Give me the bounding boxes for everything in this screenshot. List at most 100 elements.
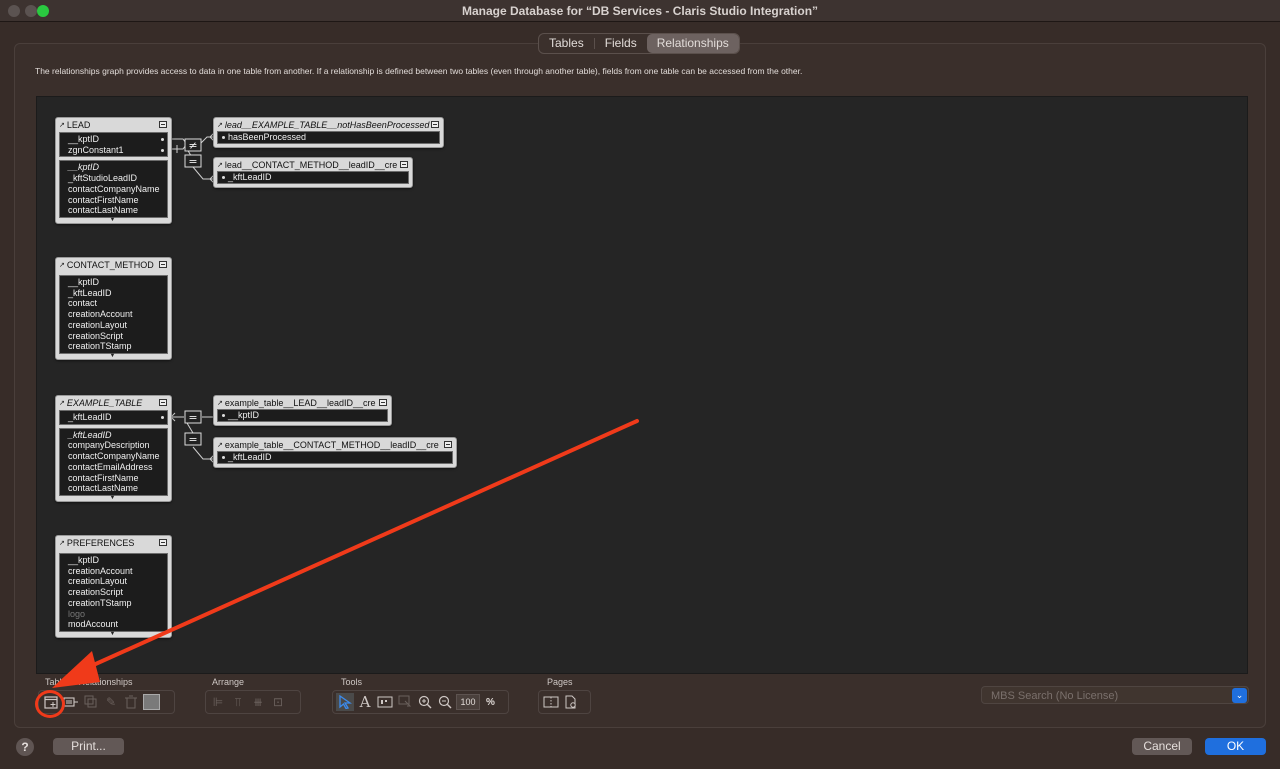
- delete-button[interactable]: [122, 693, 140, 711]
- zoom-level-input[interactable]: 100: [456, 694, 480, 710]
- add-relationship-button[interactable]: [62, 693, 80, 711]
- table-occurrence-example-table-lead[interactable]: ↗ example_table__LEAD__leadID__cre __kpt…: [213, 395, 392, 426]
- arrow-icon: ↗: [59, 540, 65, 547]
- text-tool-button[interactable]: A: [356, 693, 374, 711]
- field: _kftStudioLeadID: [68, 173, 138, 184]
- relationships-graph-canvas[interactable]: ≠ = = = ↗ LEAD __kptID zgnConstant1 __kp…: [36, 96, 1248, 674]
- collapse-icon[interactable]: [431, 121, 439, 128]
- field: _kftLeadID: [68, 429, 112, 440]
- zoom-in-button[interactable]: [416, 693, 434, 711]
- table-header: ↗ example_table__CONTACT_METHOD__leadID_…: [217, 438, 453, 451]
- field: __kptID: [68, 277, 100, 287]
- note-tool-button[interactable]: [376, 693, 394, 711]
- field-list: __kptID _kftStudioLeadID contactCompanyN…: [59, 160, 168, 218]
- selection-tool-button[interactable]: [336, 693, 354, 711]
- table-occurrence-preferences[interactable]: ↗ PREFERENCES __kptID creationAccount cr…: [55, 535, 172, 638]
- arrange-label: Arrange: [212, 677, 245, 687]
- mbs-search-combobox[interactable]: MBS Search (No License) ⌄: [981, 686, 1249, 704]
- relationship-line: [192, 166, 214, 180]
- key-field: zgnConstant1: [68, 145, 164, 156]
- arrow-icon: ↗: [217, 441, 223, 449]
- field: contact: [68, 298, 98, 309]
- arrow-icon: ↗: [217, 161, 223, 169]
- arrow-icon: ↗: [59, 262, 65, 269]
- relationships-description: The relationships graph provides access …: [35, 66, 803, 76]
- table-occurrence-contact-method[interactable]: ↗ CONTACT_METHOD __kptID _kftLeadID cont…: [55, 257, 172, 360]
- cancel-button[interactable]: Cancel: [1132, 738, 1192, 755]
- pencil-icon: ✎: [105, 695, 117, 709]
- table-occurrence-lead-contact-method[interactable]: ↗ lead__CONTACT_METHOD__leadID__cre _kft…: [213, 157, 413, 188]
- zoom-out-button[interactable]: [436, 693, 454, 711]
- resize-button[interactable]: ⊡: [269, 693, 287, 711]
- field: __kptID: [68, 555, 100, 565]
- key-fields: hasBeenProcessed: [217, 131, 440, 144]
- svg-text:=: =: [188, 411, 197, 424]
- trash-icon: [125, 695, 137, 709]
- relationship-icon: [63, 697, 78, 707]
- table-header: ↗ lead__EXAMPLE_TABLE__notHasBeenProcess…: [217, 118, 440, 131]
- collapse-icon[interactable]: [159, 399, 167, 406]
- resize-handle-icon[interactable]: ▼: [110, 217, 116, 223]
- collapse-icon[interactable]: [159, 539, 167, 546]
- color-swatch-button[interactable]: [142, 693, 160, 711]
- operator-equal-icon: =: [184, 410, 202, 424]
- field-list: _kftLeadID companyDescription contactCom…: [59, 427, 168, 496]
- relationship-line: [192, 446, 214, 460]
- tab-fields[interactable]: Fields: [595, 34, 647, 53]
- key-field: _kftLeadID: [228, 452, 272, 462]
- print-button[interactable]: Print...: [53, 738, 124, 755]
- pages-tools: [538, 690, 591, 714]
- arrow-icon: ↗: [59, 400, 65, 407]
- arrow-icon: ↗: [217, 399, 223, 407]
- page-setup-icon: [565, 695, 576, 709]
- help-button[interactable]: ?: [16, 738, 34, 756]
- page-setup-button[interactable]: [562, 693, 580, 711]
- table-name: EXAMPLE_TABLE: [66, 398, 143, 408]
- table-occurrence-example-table[interactable]: ↗ EXAMPLE_TABLE _kftLeadID _kftLeadID co…: [55, 395, 172, 502]
- tools-label: Tools: [341, 677, 363, 687]
- text-tool-icon: A: [359, 693, 371, 711]
- distribute-icon: ⧻: [252, 695, 264, 709]
- table-occurrence-example-table-contact-method[interactable]: ↗ example_table__CONTACT_METHOD__leadID_…: [213, 437, 457, 468]
- collapse-icon[interactable]: [400, 161, 408, 168]
- select-related-button[interactable]: [396, 693, 414, 711]
- resize-handle-icon[interactable]: ▼: [110, 353, 116, 359]
- table-header: ↗ CONTACT_METHOD: [59, 258, 168, 272]
- arrow-icon: ↗: [59, 122, 65, 129]
- resize-handle-icon[interactable]: ▼: [110, 631, 116, 637]
- page-breaks-button[interactable]: [542, 693, 560, 711]
- align-left-button[interactable]: ⊫: [209, 693, 227, 711]
- ok-button[interactable]: OK: [1205, 738, 1266, 755]
- distribute-button[interactable]: ⧻: [249, 693, 267, 711]
- mbs-search-placeholder: MBS Search (No License): [991, 690, 1119, 702]
- arrange-tools: ⊫ ⫪ ⧻ ⊡: [205, 690, 301, 714]
- key-fields: __kptID zgnConstant1: [59, 132, 168, 158]
- tab-tables[interactable]: Tables: [539, 34, 594, 53]
- graph-tools: A 100 %: [332, 690, 509, 714]
- align-top-button[interactable]: ⫪: [229, 693, 247, 711]
- collapse-icon[interactable]: [444, 441, 452, 448]
- field: creationAccount: [68, 565, 133, 576]
- table-name: example_table__LEAD__leadID__cre: [224, 397, 376, 408]
- tables-relationships-label: Tables / Relationships: [45, 677, 133, 687]
- select-related-icon: [398, 695, 412, 707]
- field: creationAccount: [68, 309, 133, 320]
- edit-button[interactable]: ✎: [102, 693, 120, 711]
- table-occurrence-lead-example-table-not-processed[interactable]: ↗ lead__EXAMPLE_TABLE__notHasBeenProcess…: [213, 117, 444, 148]
- resize-handle-icon[interactable]: ▼: [110, 495, 116, 501]
- collapse-icon[interactable]: [159, 261, 167, 268]
- table-name: lead__EXAMPLE_TABLE__notHasBeenProcessed: [224, 119, 430, 130]
- note-icon: [377, 696, 393, 708]
- duplicate-button[interactable]: [82, 693, 100, 711]
- align-top-icon: ⫪: [234, 694, 242, 709]
- table-occurrence-lead[interactable]: ↗ LEAD __kptID zgnConstant1 __kptID _kft…: [55, 117, 172, 224]
- collapse-icon[interactable]: [379, 399, 387, 406]
- svg-text:=: =: [188, 433, 197, 446]
- chevron-down-icon[interactable]: ⌄: [1232, 688, 1247, 703]
- field: contactEmailAddress: [68, 461, 153, 472]
- table-name: lead__CONTACT_METHOD__leadID__cre: [224, 159, 398, 170]
- collapse-icon[interactable]: [159, 121, 167, 128]
- add-table-button[interactable]: [42, 693, 60, 711]
- field: __kptID: [68, 162, 100, 173]
- tab-relationships[interactable]: Relationships: [646, 34, 739, 53]
